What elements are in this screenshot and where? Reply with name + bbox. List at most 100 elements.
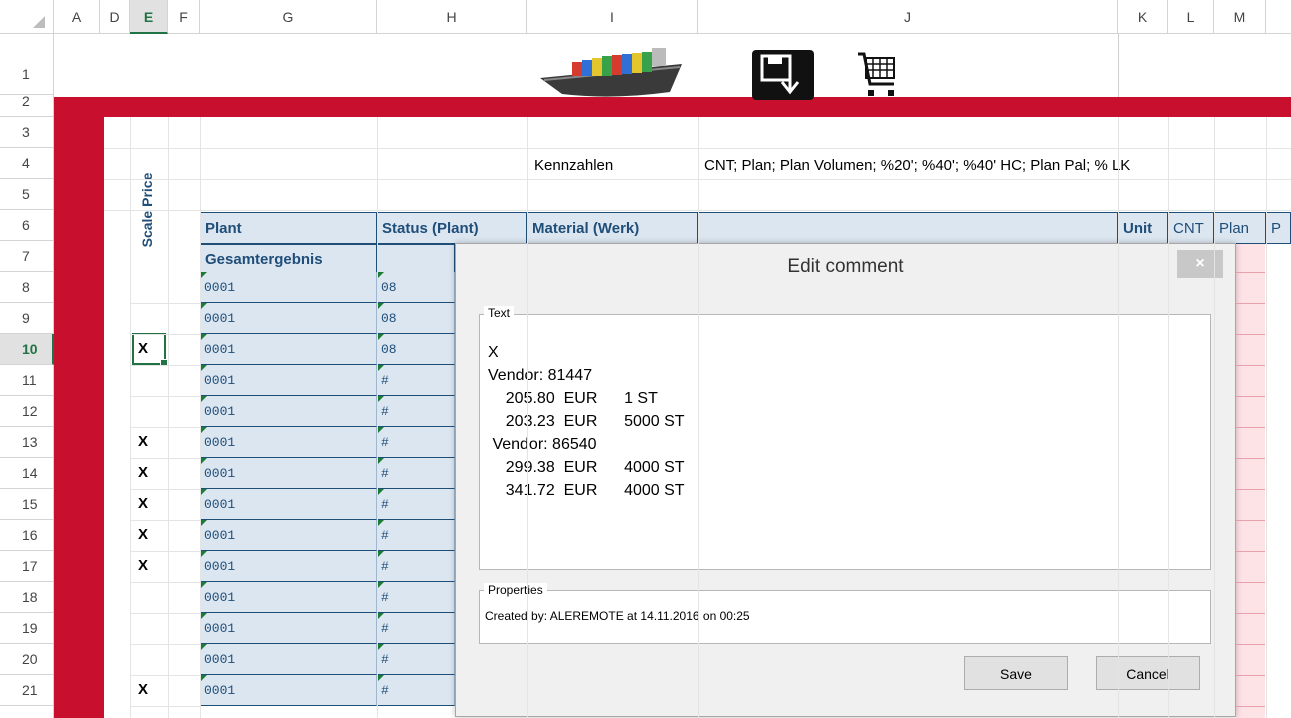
plant-cell[interactable]: 0001 [200, 551, 377, 582]
plant-cell[interactable]: 0001 [200, 489, 377, 520]
gridline [130, 334, 200, 335]
row-header-18[interactable]: 18 [0, 582, 54, 613]
x-mark-cell[interactable]: X [138, 557, 148, 574]
gridline [1236, 303, 1265, 304]
row-header-7[interactable]: 7 [0, 241, 54, 272]
column-header-m[interactable]: M [1214, 0, 1266, 34]
row-header-5[interactable]: 5 [0, 179, 54, 210]
plan-header[interactable]: Plan [1214, 212, 1266, 244]
plant-cell[interactable]: 0001 [200, 334, 377, 365]
plant-cell[interactable]: 0001 [200, 644, 377, 675]
column-header-j[interactable]: J [698, 0, 1118, 34]
status-cell[interactable]: # [377, 396, 455, 427]
active-cell-e10[interactable] [132, 333, 168, 367]
row-header-8[interactable]: 8 [0, 272, 54, 303]
x-mark-cell[interactable]: X [138, 681, 148, 698]
plant-cell[interactable]: 0001 [200, 365, 377, 396]
gesamtergebnis-status-cell[interactable] [377, 244, 455, 274]
material-werk-header[interactable]: Material (Werk) [527, 212, 698, 244]
comment-text-area[interactable]: X Vendor: 81447 205.80 EUR 1 ST 203.23 EU… [479, 314, 1211, 570]
plant-cell[interactable]: 0001 [200, 303, 377, 334]
status-cell[interactable]: # [377, 427, 455, 458]
shopping-cart-icon[interactable] [852, 44, 900, 102]
x-mark-cell[interactable]: X [138, 526, 148, 543]
cnt-header[interactable]: CNT [1168, 212, 1214, 244]
column-header-l[interactable]: L [1168, 0, 1214, 34]
row-header-17[interactable]: 17 [0, 551, 54, 582]
row-header-2[interactable]: 2 [0, 94, 54, 117]
properties-panel: Created by: ALEREMOTE at 14.11.2016 on 0… [479, 590, 1211, 644]
status-cell[interactable]: # [377, 365, 455, 396]
extra-header[interactable]: P [1266, 212, 1291, 244]
x-mark-cell[interactable]: X [138, 464, 148, 481]
row-header-4[interactable]: 4 [0, 148, 54, 179]
gridline [1236, 458, 1265, 459]
plant-header[interactable]: Plant [200, 212, 377, 244]
plant-cell[interactable]: 0001 [200, 396, 377, 427]
x-mark-cell[interactable]: X [138, 433, 148, 450]
row-header-20[interactable]: 20 [0, 644, 54, 675]
status-cell[interactable]: # [377, 644, 455, 675]
status-cell[interactable]: # [377, 458, 455, 489]
status-cell[interactable]: # [377, 489, 455, 520]
unit-header[interactable]: Unit [1118, 212, 1168, 244]
row-header-16[interactable]: 16 [0, 520, 54, 551]
row-header-3[interactable]: 3 [0, 117, 54, 148]
row-header-9[interactable]: 9 [0, 303, 54, 334]
plant-cell[interactable]: 0001 [200, 582, 377, 613]
column-header-a[interactable]: A [54, 0, 100, 34]
plant-cell[interactable]: 0001 [200, 427, 377, 458]
kennzahlen-value[interactable]: CNT; Plan; Plan Volumen; %20'; %40'; %40… [704, 157, 1270, 174]
status-cell[interactable]: 08 [377, 272, 455, 303]
status-cell[interactable]: # [377, 582, 455, 613]
red-side-bar [54, 97, 104, 718]
status-plant-header[interactable]: Status (Plant) [377, 212, 527, 244]
status-cell[interactable]: 08 [377, 334, 455, 365]
status-cell[interactable]: # [377, 613, 455, 644]
column-header-d[interactable]: D [100, 0, 130, 34]
row-header-1[interactable]: 1 [0, 34, 54, 95]
cargo-ship-icon[interactable] [532, 38, 692, 100]
gridline [1236, 365, 1265, 366]
gesamtergebnis-cell[interactable]: Gesamtergebnis [200, 244, 377, 274]
cancel-button[interactable]: Cancel [1096, 656, 1200, 690]
row-header-14[interactable]: 14 [0, 458, 54, 489]
plant-cell[interactable]: 0001 [200, 675, 377, 706]
x-mark-cell[interactable]: X [138, 495, 148, 512]
floppy-save-icon[interactable] [744, 44, 822, 104]
plant-cell[interactable]: 0001 [200, 613, 377, 644]
plant-cell[interactable]: 0001 [200, 458, 377, 489]
row-header-10[interactable]: 10 [0, 334, 54, 365]
row-header-19[interactable]: 19 [0, 613, 54, 644]
row-header-13[interactable]: 13 [0, 427, 54, 458]
plant-cell[interactable]: 0001 [200, 520, 377, 551]
kennzahlen-label[interactable]: Kennzahlen [534, 157, 613, 174]
column-header-k[interactable]: K [1118, 0, 1168, 34]
status-cell[interactable]: # [377, 551, 455, 582]
gridline [1236, 520, 1265, 521]
status-cell[interactable]: # [377, 520, 455, 551]
status-cell[interactable]: # [377, 675, 455, 706]
gridline [1266, 117, 1267, 718]
select-all-corner[interactable] [0, 0, 54, 34]
column-header-e[interactable]: E [130, 0, 168, 34]
row-header-12[interactable]: 12 [0, 396, 54, 427]
row-header-11[interactable]: 11 [0, 365, 54, 396]
gridline [698, 117, 699, 718]
comment-line: 299.38 EUR 4000 ST [488, 459, 685, 476]
column-header-h[interactable]: H [377, 0, 527, 34]
comment-text[interactable]: X Vendor: 81447 205.80 EUR 1 ST 203.23 EU… [488, 341, 685, 502]
row-header-21[interactable]: 21 [0, 675, 54, 706]
row-header-15[interactable]: 15 [0, 489, 54, 520]
column-header-i[interactable]: I [527, 0, 698, 34]
row-header-6[interactable]: 6 [0, 210, 54, 241]
column-header-f[interactable]: F [168, 0, 200, 34]
status-cell[interactable]: 08 [377, 303, 455, 334]
column-header-g[interactable]: G [200, 0, 377, 34]
plant-cell[interactable]: 0001 [200, 272, 377, 303]
material-description-header[interactable] [698, 212, 1118, 244]
gridline [377, 117, 378, 718]
close-button[interactable]: × [1177, 250, 1223, 278]
save-button[interactable]: Save [964, 656, 1068, 690]
gridline [1236, 396, 1265, 397]
